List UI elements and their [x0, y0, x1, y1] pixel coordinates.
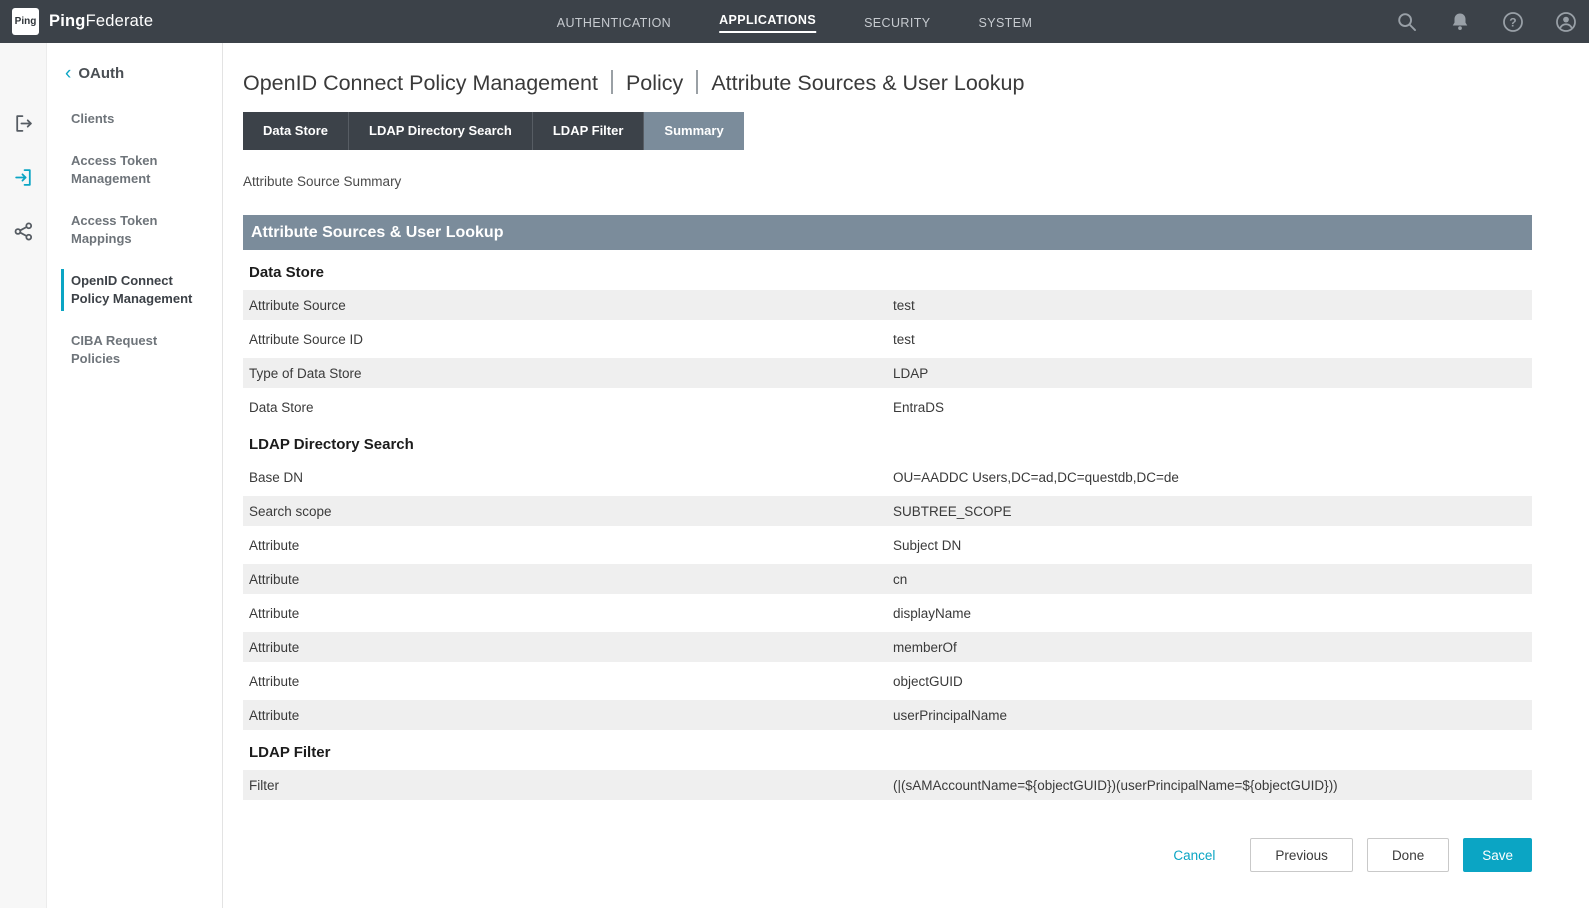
row-label: Attribute: [243, 572, 893, 587]
sign-out-icon: [13, 167, 34, 188]
tab-summary[interactable]: Summary: [644, 112, 743, 150]
panel-header: Attribute Sources & User Lookup: [243, 215, 1532, 250]
cancel-button[interactable]: Cancel: [1173, 848, 1215, 863]
oauth-back-link[interactable]: ‹ OAuth: [47, 65, 222, 98]
row-label: Attribute: [243, 674, 893, 689]
row-value: test: [893, 298, 1532, 313]
section-title-ldap-filter: LDAP Filter: [243, 744, 1532, 761]
breadcrumb-attribute-sources: Attribute Sources & User Lookup: [711, 71, 1024, 95]
summary-row: Filter (|(sAMAccountName=${objectGUID})(…: [243, 770, 1532, 800]
sidebar-item-access-token-mappings[interactable]: Access Token Mappings: [47, 200, 222, 260]
summary-row: Base DN OU=AADDC Users,DC=ad,DC=questdb,…: [243, 462, 1532, 492]
row-value: LDAP: [893, 366, 1532, 381]
tab-ldap-filter[interactable]: LDAP Filter: [533, 112, 645, 150]
breadcrumb-separator: [611, 70, 613, 94]
top-bar: Ping PingFederate AUTHENTICATION APPLICA…: [0, 0, 1589, 43]
main-content: OpenID Connect Policy Management Policy At…: [223, 43, 1589, 908]
summary-row: Type of Data Store LDAP: [243, 358, 1532, 388]
section-title-data-store: Data Store: [243, 264, 1532, 281]
network-icon: [13, 221, 34, 242]
tab-ldap-directory-search[interactable]: LDAP Directory Search: [349, 112, 533, 150]
summary-row: Attribute cn: [243, 564, 1532, 594]
row-value: objectGUID: [893, 674, 1532, 689]
icon-rail: [0, 43, 47, 908]
row-label: Attribute Source: [243, 298, 893, 313]
summary-row: Attribute Source ID test: [243, 324, 1532, 354]
row-label: Filter: [243, 778, 893, 793]
sign-in-icon: [13, 113, 34, 134]
summary-row: Data Store EntraDS: [243, 392, 1532, 422]
row-value: Subject DN: [893, 538, 1532, 553]
nav-authentication[interactable]: AUTHENTICATION: [557, 14, 671, 30]
brand-name: PingFederate: [49, 12, 153, 31]
nav-security[interactable]: SECURITY: [864, 14, 930, 30]
top-icons: ?: [1396, 11, 1579, 33]
summary-row: Attribute memberOf: [243, 632, 1532, 662]
row-label: Attribute: [243, 538, 893, 553]
row-label: Attribute: [243, 606, 893, 621]
summary-row: Attribute displayName: [243, 598, 1532, 628]
row-value: (|(sAMAccountName=${objectGUID})(userPri…: [893, 778, 1532, 793]
page-title: OpenID Connect Policy Management Policy At…: [243, 68, 1532, 98]
row-value: test: [893, 332, 1532, 347]
row-label: Search scope: [243, 504, 893, 519]
row-value: EntraDS: [893, 400, 1532, 415]
summary-row: Attribute Subject DN: [243, 530, 1532, 560]
top-nav: AUTHENTICATION APPLICATIONS SECURITY SYS…: [557, 0, 1033, 43]
notifications-icon[interactable]: [1449, 11, 1471, 33]
sidebar-item-openid-connect-policy-management[interactable]: OpenID Connect Policy Management: [47, 260, 222, 320]
row-value: displayName: [893, 606, 1532, 621]
row-value: SUBTREE_SCOPE: [893, 504, 1532, 519]
row-label: Type of Data Store: [243, 366, 893, 381]
brand-rest: Federate: [86, 12, 154, 30]
save-button[interactable]: Save: [1463, 838, 1532, 872]
row-label: Base DN: [243, 470, 893, 485]
tabs: Data Store LDAP Directory Search LDAP Fi…: [243, 112, 1532, 150]
search-icon[interactable]: [1396, 11, 1418, 33]
done-button[interactable]: Done: [1367, 838, 1449, 872]
nav-system[interactable]: SYSTEM: [978, 14, 1032, 30]
row-value: memberOf: [893, 640, 1532, 655]
brand: Ping PingFederate: [12, 8, 153, 35]
svg-text:?: ?: [1509, 15, 1516, 29]
back-chevron-icon: ‹: [65, 67, 71, 81]
row-label: Attribute: [243, 640, 893, 655]
previous-button[interactable]: Previous: [1250, 838, 1353, 872]
sidebar-item-access-token-management[interactable]: Access Token Management: [47, 140, 222, 200]
account-icon[interactable]: [1555, 11, 1577, 33]
row-value: userPrincipalName: [893, 708, 1532, 723]
tab-data-store[interactable]: Data Store: [243, 112, 349, 150]
row-value: cn: [893, 572, 1532, 587]
sidebar: ‹ OAuth Clients Access Token Management …: [47, 43, 223, 908]
footer-actions: Cancel Previous Done Save: [243, 838, 1532, 872]
row-label: Attribute Source ID: [243, 332, 893, 347]
sidebar-item-ciba-request-policies[interactable]: CIBA Request Policies: [47, 320, 222, 380]
summary-row: Attribute userPrincipalName: [243, 700, 1532, 730]
rail-item-sign-out[interactable]: [0, 150, 46, 204]
row-value: OU=AADDC Users,DC=ad,DC=questdb,DC=de: [893, 470, 1532, 485]
breadcrumb-separator: [696, 70, 698, 94]
rail-item-network[interactable]: [0, 204, 46, 258]
summary-row: Attribute objectGUID: [243, 666, 1532, 696]
section-title-ldap-directory-search: LDAP Directory Search: [243, 436, 1532, 453]
sidebar-item-clients[interactable]: Clients: [47, 98, 222, 140]
brand-bold: Ping: [49, 12, 86, 30]
row-label: Data Store: [243, 400, 893, 415]
breadcrumb-policy-management: OpenID Connect Policy Management: [243, 71, 598, 95]
rail-item-sign-in[interactable]: [0, 96, 46, 150]
row-label: Attribute: [243, 708, 893, 723]
help-icon[interactable]: ?: [1502, 11, 1524, 33]
breadcrumb-policy: Policy: [626, 71, 683, 95]
logo-text: Ping: [15, 16, 37, 27]
summary-row: Attribute Source test: [243, 290, 1532, 320]
summary-row: Search scope SUBTREE_SCOPE: [243, 496, 1532, 526]
summary-label: Attribute Source Summary: [243, 174, 1532, 189]
nav-applications[interactable]: APPLICATIONS: [719, 11, 816, 33]
oauth-back-label: OAuth: [78, 65, 124, 82]
ping-logo-icon: Ping: [12, 8, 39, 35]
